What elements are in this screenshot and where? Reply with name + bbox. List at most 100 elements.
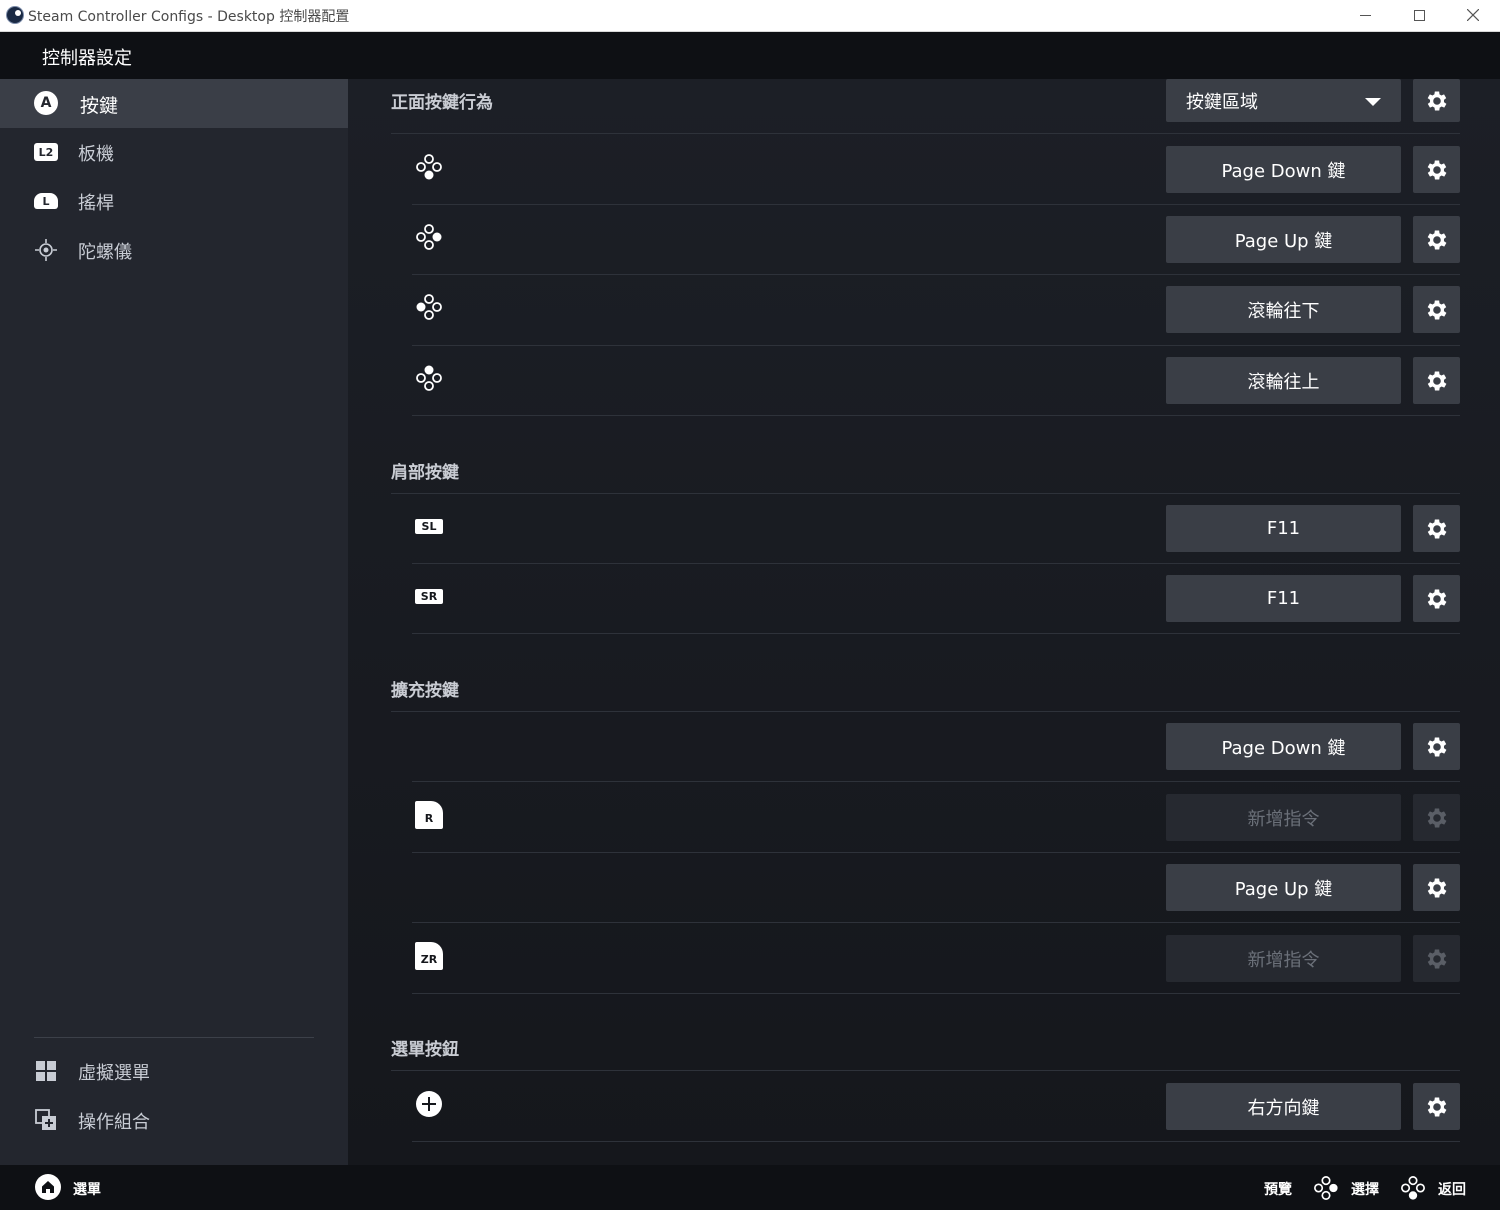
section-divider [391,493,1460,494]
footer-back-label[interactable]: 返回 [1438,1179,1466,1199]
page-header: 控制器設定 [0,32,1500,79]
footer-bar: 選單 預覽 選擇 返回 [0,1165,1500,1210]
gear-icon [1427,588,1446,609]
sidebar-item-triggers[interactable]: L2 板機 [0,128,348,177]
footer-menu-label[interactable]: 選單 [73,1179,101,1199]
sidebar: A 按鍵 L2 板機 L 搖桿 陀螺儀 虛擬選單 操作組合 [0,79,348,1165]
row-divider [412,345,1460,346]
binding-button[interactable]: Page Down 鍵 [1166,146,1401,193]
gear-icon [1427,370,1446,391]
binding-button[interactable]: 右方向鍵 [1166,1083,1401,1130]
footer-preview-label[interactable]: 預覽 [1264,1179,1292,1199]
section-title-menu-buttons: 選單按鈕 [391,1040,459,1060]
binding-settings-button[interactable] [1413,1083,1460,1130]
add-command-button[interactable]: 新增指令 [1166,935,1401,982]
row-divider [412,274,1460,275]
plus-button-icon [414,1089,444,1119]
sl-button-icon: SL [414,511,444,541]
section-divider [391,711,1460,712]
maximize-button[interactable] [1392,0,1446,30]
action-set-icon [34,1108,58,1132]
gear-icon [1427,90,1446,111]
binding-button[interactable]: F11 [1166,575,1401,622]
binding-settings-button[interactable] [1413,146,1460,193]
sidebar-item-label: 按鍵 [80,95,119,117]
row-divider [412,993,1460,994]
section-title-face-buttons: 正面按鍵行為 [391,93,493,113]
gear-icon [1427,299,1446,320]
sidebar-item-joysticks[interactable]: L 搖桿 [0,177,348,226]
gyro-icon [34,238,58,262]
section-divider [391,1070,1460,1071]
sidebar-item-action-sets[interactable]: 操作組合 [0,1096,348,1145]
binding-button[interactable]: 滾輪往下 [1166,286,1401,333]
main-panel: 正面按鍵行為 按鍵區域 Page Down 鍵 Page Up 鍵 滾輪往下 滾… [348,79,1500,1165]
home-icon[interactable] [35,1174,61,1200]
minimize-button[interactable] [1338,0,1392,30]
footer-select-label[interactable]: 選擇 [1351,1179,1379,1199]
r-button-icon: R [414,800,444,830]
add-command-button[interactable]: 新增指令 [1166,794,1401,841]
gear-icon [1427,736,1446,757]
dpad-up-icon [414,363,444,393]
sidebar-item-label: 陀螺儀 [78,242,132,263]
chevron-down-icon [1365,98,1381,106]
dpad-right-icon [1314,1176,1338,1200]
binding-settings-button[interactable] [1413,935,1460,982]
gear-icon [1427,159,1446,180]
gear-icon [1427,877,1446,898]
grid-icon [34,1059,58,1083]
zr-button-icon: ZR [414,941,444,971]
face-buttons-settings-button[interactable] [1413,79,1460,122]
window-titlebar: Steam Controller Configs - Desktop 控制器配置 [0,0,1500,32]
binding-settings-button[interactable] [1413,864,1460,911]
section-title-extended-buttons: 擴充按鍵 [391,681,459,701]
dpad-left-icon [414,292,444,322]
sidebar-item-virtual-menus[interactable]: 虛擬選單 [0,1047,348,1096]
binding-settings-button[interactable] [1413,505,1460,552]
row-divider [412,1141,1460,1142]
close-button[interactable] [1446,0,1500,30]
row-divider [412,204,1460,205]
row-divider [412,633,1460,634]
page-title: 控制器設定 [42,48,132,69]
binding-settings-button[interactable] [1413,286,1460,333]
gear-icon [1427,518,1446,539]
binding-button[interactable]: F11 [1166,505,1401,552]
binding-settings-button[interactable] [1413,575,1460,622]
section-title-shoulder-buttons: 肩部按鍵 [391,463,459,483]
l2-trigger-icon: L2 [34,140,58,164]
gear-icon [1427,1096,1446,1117]
binding-settings-button[interactable] [1413,723,1460,770]
row-divider [412,922,1460,923]
sr-button-icon: SR [414,581,444,611]
dpad-down-icon [414,152,444,182]
row-divider [412,415,1460,416]
sidebar-item-label: 操作組合 [78,1112,150,1133]
binding-button[interactable]: Page Down 鍵 [1166,723,1401,770]
dpad-right-icon [414,222,444,252]
row-divider [412,563,1460,564]
l-stick-icon: L [34,189,58,213]
face-buttons-mode-dropdown[interactable]: 按鍵區域 [1166,79,1401,122]
maximize-icon [1413,9,1425,21]
binding-settings-button[interactable] [1413,357,1460,404]
sidebar-divider [34,1037,314,1038]
minimize-icon [1359,14,1371,16]
window-title: Steam Controller Configs - Desktop 控制器配置 [28,9,350,25]
binding-button[interactable]: 滾輪往上 [1166,357,1401,404]
binding-button[interactable]: Page Up 鍵 [1166,864,1401,911]
gear-icon [1427,229,1446,250]
sidebar-item-gyro[interactable]: 陀螺儀 [0,226,348,275]
binding-button[interactable]: Page Up 鍵 [1166,216,1401,263]
sidebar-item-buttons[interactable]: A 按鍵 [0,79,348,128]
row-divider [412,781,1460,782]
sidebar-item-label: 虛擬選單 [78,1063,150,1084]
steam-logo-icon [6,6,24,24]
close-icon [1467,9,1479,21]
row-divider [412,852,1460,853]
binding-settings-button[interactable] [1413,216,1460,263]
dpad-down-icon [1401,1176,1425,1200]
binding-settings-button[interactable] [1413,794,1460,841]
sidebar-item-label: 搖桿 [78,193,114,214]
